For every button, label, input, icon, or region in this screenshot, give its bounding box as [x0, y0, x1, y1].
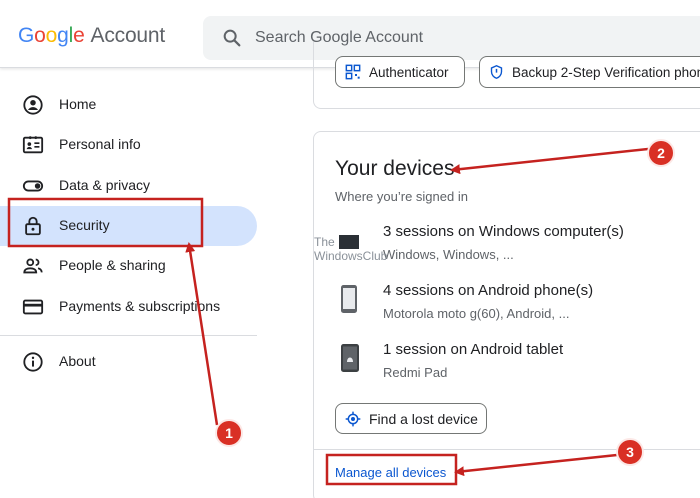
credit-card-icon: [22, 299, 44, 315]
windows-computer-icon: [339, 235, 359, 249]
search-icon[interactable]: [221, 27, 243, 49]
lock-icon: [25, 216, 41, 236]
watermark: The WindowsClub: [314, 235, 387, 263]
watermark-line-1: The: [314, 235, 335, 249]
google-wordmark: Google: [18, 24, 85, 48]
android-tablet-icon: [341, 344, 359, 372]
device-title: 3 sessions on Windows computer(s): [383, 223, 624, 240]
sidebar-item-home[interactable]: Home: [0, 85, 257, 125]
toggle-icon: [22, 180, 44, 192]
device-title: 1 session on Android tablet: [383, 341, 564, 358]
card-title: Your devices: [335, 157, 455, 180]
android-phone-icon: [341, 285, 357, 313]
badge-1: 1: [215, 419, 243, 447]
device-subtitle: Motorola moto g(60), Android, ...: [383, 306, 570, 321]
qr-code-icon: [345, 64, 361, 80]
sidebar-item-about[interactable]: About: [0, 342, 257, 382]
card-divider: [314, 449, 700, 450]
logo-letter: e: [73, 24, 85, 47]
sidebar-item-label: Payments & subscriptions: [59, 298, 221, 314]
device-row-android-phone[interactable]: 4 sessions on Android phone(s) Motorola …: [314, 282, 700, 336]
two-step-card: Authenticator Backup 2-Step Verification…: [313, 42, 700, 109]
badge-1-label: 1: [225, 425, 233, 441]
sidebar-item-label: Security: [59, 217, 110, 233]
sidebar-item-data-privacy[interactable]: Data & privacy: [0, 166, 257, 206]
sidebar-item-people-sharing[interactable]: People & sharing: [0, 246, 257, 286]
sidebar-item-security[interactable]: Security: [0, 206, 257, 246]
sidebar-item-label: Personal info: [59, 136, 141, 152]
sidebar-item-label: About: [59, 353, 96, 369]
backup-phone-label: Backup 2-Step Verification phone: [512, 64, 700, 80]
watermark-line-2: WindowsClub: [314, 249, 388, 263]
people-icon: [23, 258, 43, 274]
logo-letter: o: [45, 24, 58, 47]
sidebar-item-label: Home: [59, 96, 97, 112]
logo-letter: g: [57, 24, 69, 47]
shield-icon: [490, 64, 503, 79]
id-card-icon: [22, 136, 44, 154]
logo-letter: G: [18, 24, 35, 47]
backup-phone-chip[interactable]: Backup 2-Step Verification phone: [479, 56, 700, 88]
device-title: 4 sessions on Android phone(s): [383, 282, 594, 299]
sidebar-item-label: People & sharing: [59, 257, 166, 273]
authenticator-chip[interactable]: Authenticator: [335, 56, 465, 88]
sidebar-item-personal-info[interactable]: Personal info: [0, 125, 257, 165]
device-subtitle: Redmi Pad: [383, 365, 448, 380]
sidebar-divider: [0, 335, 257, 336]
sidebar-item-payments[interactable]: Payments & subscriptions: [0, 287, 257, 327]
locate-icon: [345, 411, 361, 426]
find-lost-device-label: Find a lost device: [369, 410, 478, 427]
account-wordmark: Account: [90, 24, 166, 47]
card-subtitle: Where you’re signed in: [335, 189, 468, 204]
device-row-android-tablet[interactable]: 1 session on Android tablet Redmi Pad: [314, 341, 700, 395]
manage-all-devices-link[interactable]: Manage all devices: [335, 465, 446, 480]
sidebar-item-label: Data & privacy: [59, 177, 151, 193]
your-devices-card: Your devices Where you’re signed in 3 se…: [313, 131, 700, 498]
find-lost-device-button[interactable]: Find a lost device: [335, 403, 487, 434]
home-icon: [23, 95, 43, 115]
google-account-logo[interactable]: Google Account: [18, 24, 165, 48]
logo-letter: o: [34, 24, 46, 47]
info-icon: [23, 352, 43, 372]
device-subtitle: Windows, Windows, ...: [383, 247, 514, 262]
authenticator-label: Authenticator: [369, 64, 449, 80]
